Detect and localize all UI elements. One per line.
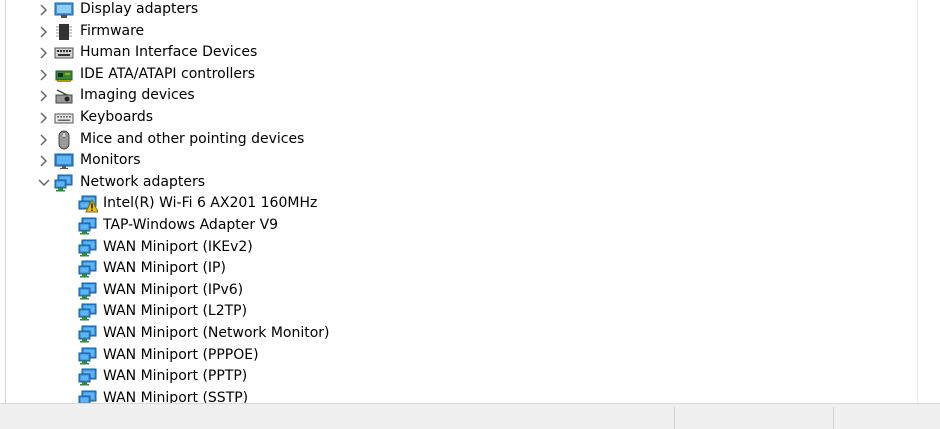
- tree-item-monitors[interactable]: Monitors: [6, 150, 906, 172]
- tree-item-label: TAP-Windows Adapter V9: [103, 217, 279, 233]
- status-pane-secondary: [675, 404, 833, 429]
- network-adapter-item[interactable]: WAN Miniport (SSTP): [6, 388, 906, 403]
- tree-item-imaging-devices[interactable]: Imaging devices: [6, 85, 906, 107]
- device-manager-window: Display adapters Firmware Human Interfac…: [0, 0, 940, 429]
- status-pane-main: [0, 404, 674, 429]
- tree-item-label: Imaging devices: [80, 87, 195, 104]
- tree-item-label: WAN Miniport (IKEv2): [103, 238, 253, 255]
- tree-item-label: WAN Miniport (L2TP): [103, 303, 248, 320]
- status-pane-tertiary: [834, 404, 940, 429]
- status-bar: [0, 403, 940, 429]
- network-adapter-item[interactable]: WAN Miniport (IPv6): [6, 280, 906, 302]
- tree-item-firmware[interactable]: Firmware: [6, 21, 906, 43]
- mouse-icon: [54, 130, 74, 150]
- tree-item-label: Monitors: [80, 152, 141, 169]
- tree-item-label: Keyboards: [80, 109, 154, 125]
- tree-item-label: Firmware: [80, 22, 145, 39]
- monitor-icon: [54, 151, 74, 171]
- network-adapter-icon: [78, 302, 98, 322]
- network-adapter-icon: [78, 216, 98, 236]
- chevron-right-icon[interactable]: [36, 85, 52, 107]
- tree-item-label: WAN Miniport (SSTP): [103, 389, 249, 403]
- network-adapter-icon: [78, 346, 98, 366]
- tree-item-label: Intel(R) Wi-Fi 6 AX201 160MHz: [103, 195, 318, 212]
- chevron-right-icon[interactable]: [36, 129, 52, 151]
- tree-item-label: WAN Miniport (IPv6): [103, 281, 244, 298]
- tree-item-label: IDE ATA/ATAPI controllers: [80, 65, 256, 82]
- network-adapter-item[interactable]: WAN Miniport (PPPOE): [6, 345, 906, 367]
- network-adapter-icon: [78, 238, 98, 258]
- hid-icon: [54, 43, 74, 63]
- keyboard-icon: [54, 108, 74, 128]
- chevron-right-icon[interactable]: [36, 64, 52, 86]
- tree-item-human-interface-devices[interactable]: Human Interface Devices: [6, 42, 906, 64]
- network-adapter-item[interactable]: WAN Miniport (L2TP): [6, 301, 906, 323]
- tree-item-network-adapters[interactable]: Network adapters: [6, 172, 906, 194]
- network-adapter-icon: [78, 389, 98, 403]
- device-tree[interactable]: Display adapters Firmware Human Interfac…: [6, 0, 917, 403]
- chevron-right-icon[interactable]: [36, 42, 52, 64]
- tree-item-ide-controllers[interactable]: IDE ATA/ATAPI controllers: [6, 64, 906, 86]
- chevron-right-icon[interactable]: [36, 150, 52, 172]
- vertical-scrollbar[interactable]: [917, 0, 940, 403]
- tree-item-mice[interactable]: Mice and other pointing devices: [6, 129, 906, 151]
- chevron-right-icon[interactable]: [36, 0, 52, 21]
- tree-item-label: Human Interface Devices: [80, 44, 258, 61]
- tree-item-label: Display adapters: [80, 1, 199, 17]
- network-adapter-item[interactable]: WAN Miniport (IKEv2): [6, 237, 906, 259]
- network-adapter-icon: [78, 281, 98, 301]
- network-adapter-icon: [78, 367, 98, 387]
- ide-controller-icon: [54, 65, 74, 85]
- firmware-icon: [54, 22, 74, 42]
- tree-item-keyboards[interactable]: Keyboards: [6, 107, 906, 129]
- chevron-right-icon[interactable]: [36, 21, 52, 43]
- tree-item-label: WAN Miniport (IP): [103, 260, 226, 277]
- network-adapter-item[interactable]: Intel(R) Wi-Fi 6 AX201 160MHz: [6, 193, 906, 215]
- network-adapter-item[interactable]: TAP-Windows Adapter V9: [6, 215, 906, 237]
- network-adapter-item[interactable]: WAN Miniport (PPTP): [6, 366, 906, 388]
- display-adapter-icon: [54, 0, 74, 20]
- chevron-right-icon[interactable]: [36, 107, 52, 129]
- tree-item-label: WAN Miniport (PPPOE): [103, 346, 259, 363]
- tree-item-label: Mice and other pointing devices: [80, 130, 305, 147]
- network-adapter-icon: [78, 259, 98, 279]
- network-adapter-icon: [54, 173, 74, 193]
- network-adapter-warning-icon: [78, 194, 99, 214]
- imaging-device-icon: [54, 86, 74, 106]
- tree-item-display-adapters[interactable]: Display adapters: [6, 0, 906, 21]
- tree-item-label: WAN Miniport (PPTP): [103, 368, 248, 385]
- chevron-down-icon[interactable]: [36, 172, 52, 194]
- tree-item-label: WAN Miniport (Network Monitor): [103, 325, 330, 341]
- network-adapter-item[interactable]: WAN Miniport (Network Monitor): [6, 323, 906, 345]
- network-adapter-icon: [78, 324, 98, 344]
- network-adapter-item[interactable]: WAN Miniport (IP): [6, 258, 906, 280]
- tree-item-label: Network adapters: [80, 173, 205, 190]
